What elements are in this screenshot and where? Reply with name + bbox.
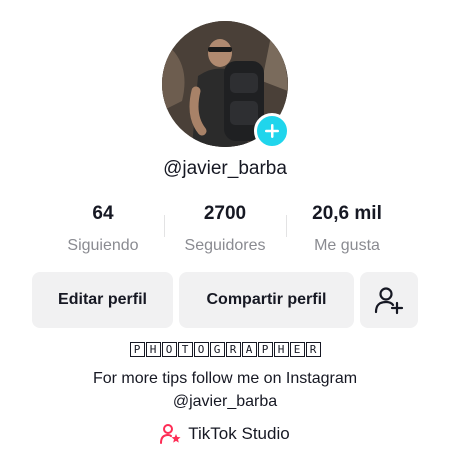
username: @javier_barba — [163, 158, 287, 179]
studio-label: TikTok Studio — [188, 424, 290, 443]
stat-label: Seguidores — [184, 237, 266, 254]
stats-row: 64 Siguiendo 2700 Seguidores 20,6 mil Me… — [0, 203, 450, 263]
tag-letter: O — [161, 342, 177, 357]
bio: For more tips follow me on Instagram @ja… — [0, 367, 450, 413]
add-friend-button[interactable] — [360, 272, 418, 328]
tag-letter: A — [241, 342, 257, 357]
stat-value: 2700 — [203, 203, 247, 224]
stat-label: Me gusta — [314, 237, 380, 254]
bio-tag: PHOTOGRAPHER — [0, 342, 450, 357]
bio-line: @javier_barba — [172, 393, 278, 410]
stat-value: 20,6 mil — [312, 203, 382, 224]
tag-letter: O — [193, 342, 209, 357]
tag-letter: T — [177, 342, 193, 357]
tag-letter: P — [257, 342, 273, 357]
add-user-icon — [374, 287, 404, 315]
avatar-container[interactable] — [162, 21, 290, 149]
tag-letter: P — [129, 342, 145, 357]
stat-value: 64 — [92, 203, 114, 224]
stat-following[interactable]: 64 Siguiendo — [38, 203, 168, 255]
tag-letter: R — [305, 342, 321, 357]
tag-letter: H — [145, 342, 161, 357]
add-story-button[interactable] — [254, 113, 290, 149]
stat-likes[interactable]: 20,6 mil Me gusta — [282, 203, 412, 255]
share-profile-button[interactable]: Compartir perfil — [179, 272, 354, 328]
stat-followers[interactable]: 2700 Seguidores — [160, 203, 290, 255]
tag-letter: E — [289, 342, 305, 357]
edit-profile-button[interactable]: Editar perfil — [32, 272, 173, 328]
studio-icon — [160, 424, 181, 444]
stat-label: Siguiendo — [67, 237, 139, 254]
tag-letter: H — [273, 342, 289, 357]
tag-letter: R — [225, 342, 241, 357]
bio-line: For more tips follow me on Instagram — [92, 370, 358, 387]
tiktok-studio-link[interactable]: TikTok Studio — [0, 423, 450, 445]
tag-letter: G — [209, 342, 225, 357]
plus-icon — [265, 124, 279, 138]
divider — [286, 215, 287, 237]
divider — [164, 215, 165, 237]
